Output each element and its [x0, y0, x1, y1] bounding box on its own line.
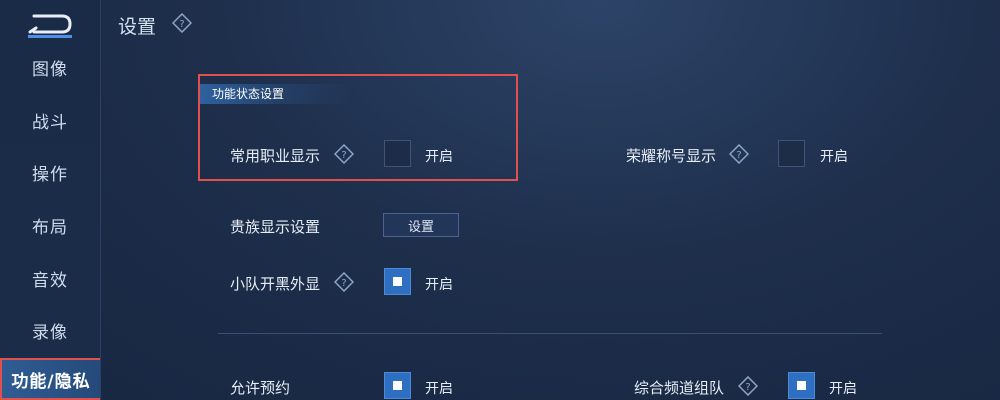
checkmark-icon [393, 381, 402, 390]
sidebar-item-battle[interactable]: 战斗 [0, 100, 100, 140]
allow-reservation-toggle-text: 开启 [425, 381, 453, 397]
channel-team-checkbox[interactable] [788, 372, 815, 399]
channel-team-label: 综合频道组队 [634, 379, 725, 397]
team-open-black-checkbox[interactable] [384, 268, 411, 295]
career-display-toggle-text: 开启 [425, 149, 453, 165]
section-divider [218, 333, 882, 334]
help-diamond-icon[interactable]: ? [334, 272, 354, 292]
svg-text:?: ? [341, 150, 346, 161]
honor-title-display-checkbox[interactable] [778, 140, 805, 167]
honor-title-display-label: 荣耀称号显示 [626, 147, 717, 165]
sidebar-item-graphics[interactable]: 图像 [0, 47, 100, 87]
team-open-black-label: 小队开黑外显 [230, 275, 321, 293]
sidebar-item-replay[interactable]: 录像 [0, 310, 100, 350]
checkmark-icon [797, 381, 806, 390]
sidebar-item-function-privacy[interactable]: 功能/隐私 [0, 358, 100, 400]
team-open-black-toggle-text: 开启 [425, 277, 453, 293]
checkmark-icon [393, 277, 402, 286]
sidebar: 图像 战斗 操作 布局 音效 录像 功能/隐私 [0, 0, 101, 400]
svg-text:?: ? [745, 382, 750, 393]
channel-team-toggle-text: 开启 [829, 381, 857, 397]
allow-reservation-label: 允许预约 [230, 379, 291, 397]
svg-text:?: ? [179, 19, 184, 30]
career-display-checkbox[interactable] [384, 140, 411, 167]
svg-text:?: ? [341, 278, 346, 289]
career-display-label: 常用职业显示 [230, 147, 321, 165]
svg-text:?: ? [736, 150, 741, 161]
noble-display-label: 贵族显示设置 [230, 218, 321, 236]
back-arrow-icon[interactable] [22, 8, 78, 40]
sidebar-item-layout[interactable]: 布局 [0, 205, 100, 245]
sidebar-item-controls[interactable]: 操作 [0, 152, 100, 192]
allow-reservation-checkbox[interactable] [384, 372, 411, 399]
help-diamond-icon[interactable]: ? [738, 376, 758, 396]
noble-display-settings-button[interactable]: 设置 [383, 213, 459, 237]
page-title: 设置 [118, 16, 157, 38]
help-diamond-icon[interactable]: ? [172, 13, 192, 33]
honor-title-display-toggle-text: 开启 [820, 149, 848, 165]
help-diamond-icon[interactable]: ? [729, 144, 749, 164]
sidebar-item-label: 功能/隐私 [11, 371, 91, 392]
sidebar-item-sound[interactable]: 音效 [0, 258, 100, 298]
help-diamond-icon[interactable]: ? [334, 144, 354, 164]
